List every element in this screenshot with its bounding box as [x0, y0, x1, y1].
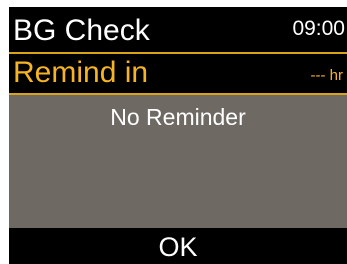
title-bar: BG Check 09:00: [9, 7, 347, 52]
remind-in-value: --- hr: [310, 67, 344, 84]
remind-in-label: Remind in: [13, 56, 149, 89]
device-display: BG Check 09:00 Remind in --- hr No Remin…: [0, 0, 347, 264]
clock-time: 09:00: [292, 17, 345, 40]
remind-divider: [9, 93, 347, 95]
screen-title: BG Check: [13, 14, 150, 47]
ok-button-label: OK: [158, 232, 198, 262]
bg-check-screen: BG Check 09:00 Remind in --- hr No Remin…: [9, 7, 347, 264]
reminder-status: No Reminder: [110, 104, 246, 130]
remind-in-row[interactable]: Remind in --- hr: [9, 54, 347, 93]
ok-button[interactable]: OK: [9, 228, 347, 264]
